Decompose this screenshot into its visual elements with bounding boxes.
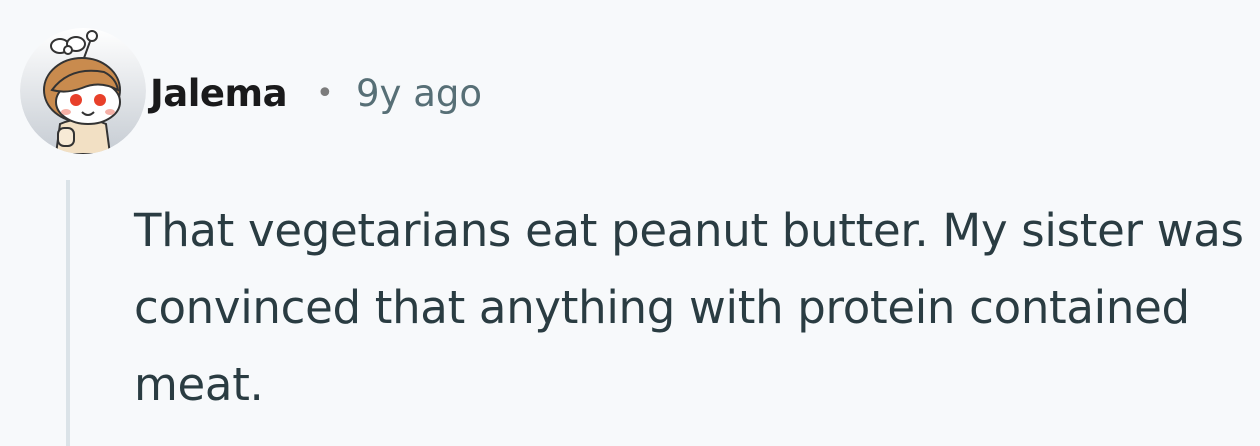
author-username[interactable]: Jalema [150,72,288,115]
user-avatar[interactable] [20,28,146,154]
snoo-avatar-icon [20,28,146,154]
comment: Jalema • 9y ago That vegetarians eat pea… [0,0,1260,446]
comment-timestamp[interactable]: 9y ago [356,72,482,115]
comment-body: That vegetarians eat peanut butter. My s… [134,204,1244,411]
meta-separator: • [316,76,334,111]
thread-line[interactable] [66,180,70,446]
